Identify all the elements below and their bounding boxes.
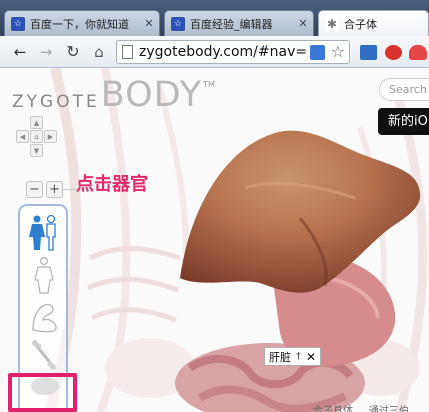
layer-skeleton-button[interactable]: [27, 337, 61, 375]
body-outline-icon: [34, 256, 54, 294]
logo-body: BODY: [100, 75, 203, 115]
address-bar[interactable]: zygotebody.com/#nav= ☆: [116, 40, 350, 64]
footer-credit: 合子具体 ... 通过三伯: [313, 406, 409, 412]
muscle-arm-icon: [32, 303, 57, 333]
zygote-viewer: ZYGOTE BODY TM Search 新的iO ▲ ◀ ⌂ ▶ ▼ − +: [0, 68, 429, 412]
zygote-body-logo[interactable]: ZYGOTE BODY TM: [12, 75, 215, 115]
tab-baidu-jingyan[interactable]: ☆ 百度经验_编辑器 ✕: [164, 10, 314, 36]
loading-spinner-icon: ✱: [325, 17, 339, 31]
extension-red-icon[interactable]: [385, 45, 402, 60]
reset-view-button[interactable]: ⌂: [30, 130, 43, 143]
tab-zygote[interactable]: ✱ 合子体: [318, 10, 429, 37]
organ-layer-highlight: [8, 373, 77, 412]
zoom-track[interactable]: [63, 189, 77, 190]
reload-button[interactable]: ↻: [63, 42, 83, 62]
bookmark-star-icon[interactable]: ☆: [331, 42, 345, 62]
logo-zygote: ZYGOTE: [12, 92, 100, 112]
close-icon[interactable]: ✕: [297, 17, 309, 30]
baidu-paw-icon: ☆: [171, 16, 185, 31]
tab-baidu-search[interactable]: ☆ 百度一下，你就知道 ✕: [4, 10, 160, 36]
close-icon[interactable]: ✕: [306, 350, 316, 364]
tab-title: 百度经验_编辑器: [190, 17, 273, 31]
organ-name: 肝脏: [269, 350, 291, 364]
pan-up-button[interactable]: ▲: [30, 116, 43, 129]
forward-button[interactable]: →: [36, 42, 56, 62]
layer-muscle-button[interactable]: [27, 298, 61, 336]
browser-toolbar: ← → ↻ ⌂ zygotebody.com/#nav= ☆: [0, 36, 429, 68]
logo-tm: TM: [203, 80, 215, 89]
promo-banner[interactable]: 新的iO: [378, 108, 429, 135]
close-icon[interactable]: ✕: [143, 17, 155, 30]
translate-icon[interactable]: [310, 45, 325, 60]
home-button[interactable]: ⌂: [89, 42, 109, 62]
tutorial-annotation: 点击器官: [76, 174, 148, 195]
pan-right-button[interactable]: ▶: [44, 130, 57, 143]
tab-title: 百度一下，你就知道: [30, 17, 129, 31]
back-button[interactable]: ←: [10, 42, 30, 62]
zoom-out-button[interactable]: −: [26, 181, 43, 198]
search-input[interactable]: Search: [379, 78, 429, 101]
extension-heart-icon[interactable]: [409, 45, 427, 60]
page-icon: [122, 45, 133, 59]
pan-left-button[interactable]: ◀: [16, 130, 29, 143]
navigation-pad: ▲ ◀ ⌂ ▶ ▼: [16, 116, 58, 158]
organ-label-tag[interactable]: 肝脏 † ✕: [264, 347, 322, 366]
layer-skin-button[interactable]: [27, 256, 61, 294]
tab-strip: ☆ 百度一下，你就知道 ✕ ☆ 百度经验_编辑器 ✕ ✱ 合子体: [0, 0, 429, 37]
address-url: zygotebody.com/#nav=: [139, 44, 308, 60]
pan-down-button[interactable]: ▼: [30, 144, 43, 157]
baidu-paw-icon: ☆: [11, 16, 25, 31]
layer-gender-button[interactable]: [27, 214, 61, 252]
zoom-in-button[interactable]: +: [46, 181, 63, 198]
pin-icon[interactable]: †: [296, 351, 301, 362]
male-female-icon: [29, 214, 56, 251]
extension-screen-icon[interactable]: [360, 45, 377, 60]
tab-title: 合子体: [344, 18, 377, 31]
bone-icon: [32, 340, 56, 370]
